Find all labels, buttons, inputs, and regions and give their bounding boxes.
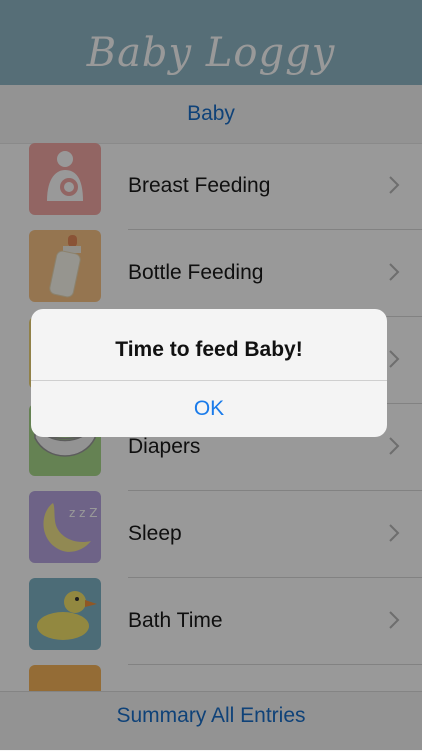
ok-button[interactable]: OK — [31, 381, 387, 437]
alert-dialog: Time to feed Baby! OK — [31, 309, 387, 437]
alert-message: Time to feed Baby! — [115, 338, 303, 361]
